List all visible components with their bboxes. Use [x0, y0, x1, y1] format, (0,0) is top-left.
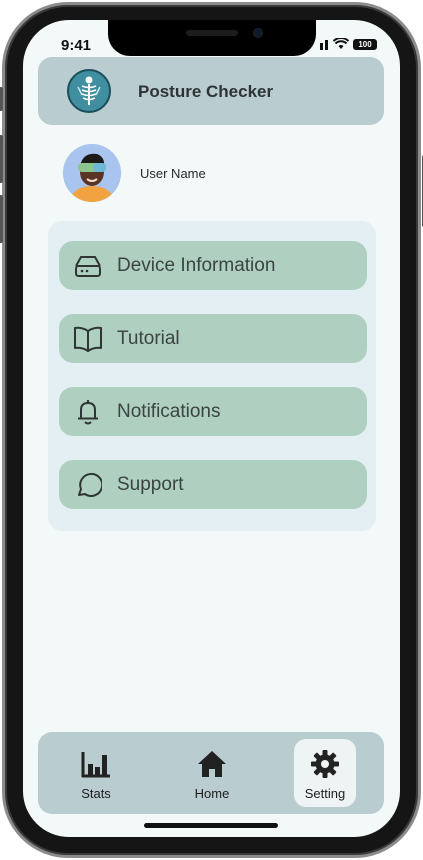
menu-item-support[interactable]: Support: [59, 460, 367, 509]
mute-switch: [0, 87, 3, 111]
menu-item-label: Support: [117, 473, 184, 495]
menu-item-label: Tutorial: [117, 327, 180, 349]
tab-label: Stats: [81, 786, 111, 801]
posture-logo-icon: [67, 69, 111, 113]
tab-home[interactable]: Home: [181, 739, 243, 807]
volume-up-button: [0, 135, 3, 183]
app-header: Posture Checker: [38, 57, 384, 125]
app-title: Posture Checker: [138, 82, 274, 101]
user-name: User Name: [140, 166, 206, 181]
gear-icon: [309, 748, 341, 780]
notch: [108, 20, 316, 56]
tab-setting[interactable]: Setting: [294, 739, 356, 807]
menu-item-notifications[interactable]: Notifications: [59, 387, 367, 436]
bar-chart-icon: [80, 748, 112, 780]
home-icon: [196, 748, 228, 780]
home-indicator[interactable]: [144, 823, 278, 828]
menu-item-label: Device Information: [117, 254, 276, 276]
book-icon: [71, 322, 105, 356]
tab-label: Home: [194, 786, 230, 801]
tab-stats[interactable]: Stats: [65, 739, 127, 807]
avatar[interactable]: [63, 144, 121, 202]
bottom-tab-bar: Stats Home Setting: [38, 732, 384, 814]
status-icons: 100: [319, 38, 377, 50]
speaker: [186, 30, 238, 36]
settings-menu: Device Information Tutorial Notification…: [48, 221, 376, 531]
signal-icon: [320, 39, 328, 50]
tab-label: Setting: [304, 786, 346, 801]
harddrive-icon: [71, 249, 105, 283]
menu-item-label: Notifications: [117, 400, 221, 422]
menu-item-device-information[interactable]: Device Information: [59, 241, 367, 290]
menu-item-tutorial[interactable]: Tutorial: [59, 314, 367, 363]
chat-bubble-icon: [71, 468, 105, 502]
screen: 9:41 100 Posture Checker User Name Devic…: [23, 20, 400, 837]
status-time: 9:41: [61, 37, 92, 54]
bell-icon: [71, 395, 105, 429]
battery-icon: 100: [353, 38, 377, 50]
volume-down-button: [0, 195, 3, 243]
profile-section[interactable]: User Name: [63, 144, 363, 206]
front-camera: [254, 29, 262, 37]
wifi-icon: [333, 38, 349, 49]
